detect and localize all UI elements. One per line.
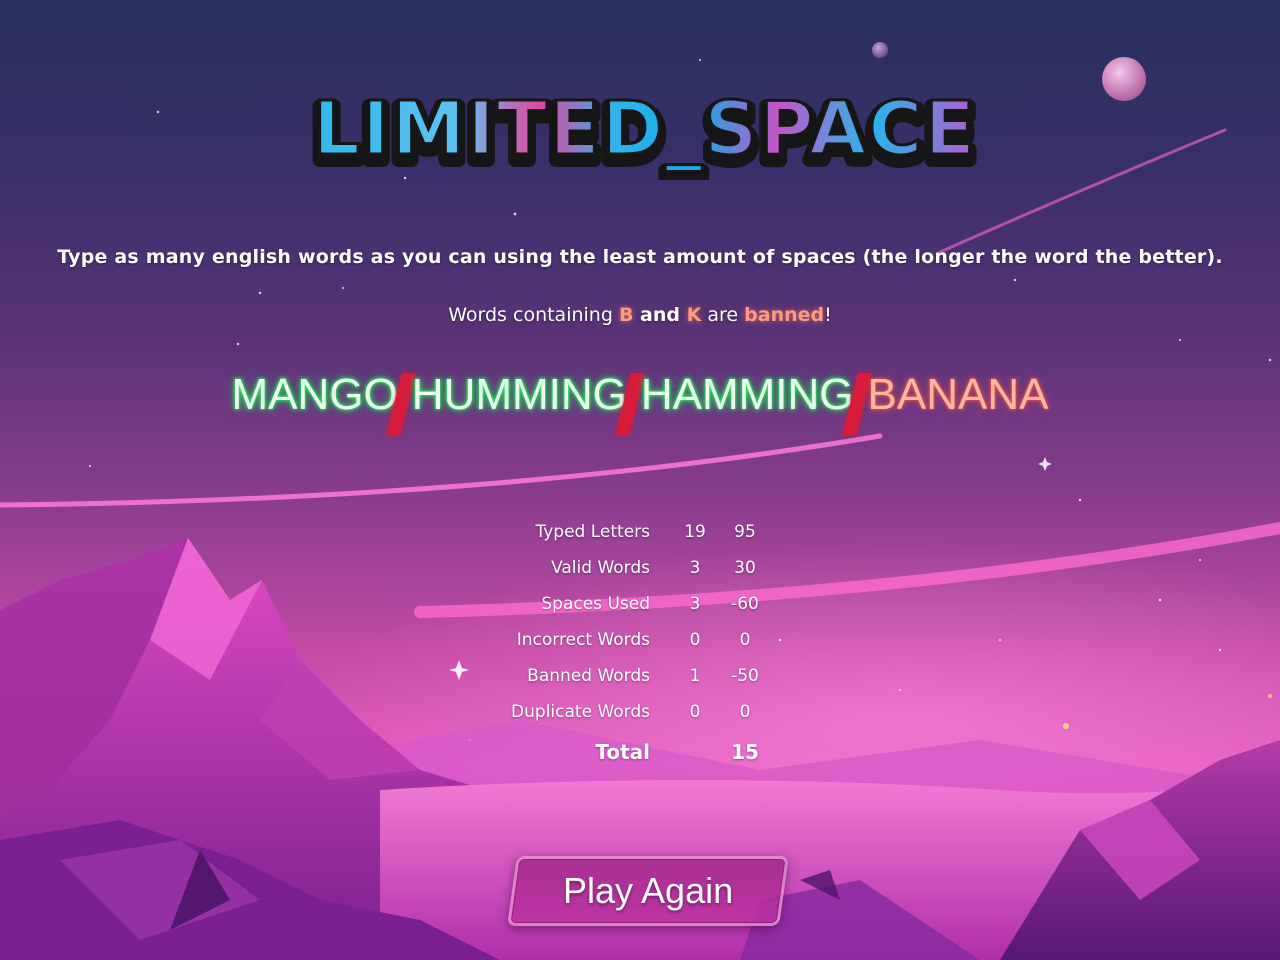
space-marker: [386, 373, 416, 435]
stat-points: -60: [731, 594, 759, 614]
banned-notice-are: are: [701, 304, 745, 326]
stat-row-incorrect-words: Incorrect Words 0 0: [480, 622, 800, 658]
score-table: Typed Letters 19 95 Valid Words 3 30 Spa…: [480, 514, 800, 774]
stat-row-total: Total 15: [480, 730, 800, 774]
typed-word-banned: BANANA: [867, 370, 1049, 419]
game-logo: LIMITED_SPACE LIMITED_SPACE: [306, 88, 982, 180]
sparkle-icon: [1038, 457, 1052, 471]
stat-points: 0: [739, 630, 751, 650]
stat-points: -50: [731, 666, 759, 686]
planet-small-icon: [872, 42, 888, 58]
space-marker: [841, 373, 872, 435]
stat-label: Duplicate Words: [511, 702, 650, 722]
typed-word-valid: MANGO: [231, 370, 398, 419]
stat-points: 0: [739, 702, 751, 722]
stat-label: Banned Words: [527, 666, 650, 686]
instructions-text: Type as many english words as you can us…: [57, 246, 1223, 268]
total-points: 15: [731, 740, 759, 764]
stat-label: Spaces Used: [541, 594, 650, 614]
svg-text:LIMITED_SPACE: LIMITED_SPACE: [313, 88, 977, 172]
stat-row-spaces-used: Spaces Used 3 -60: [480, 586, 800, 622]
stat-row-valid-words: Valid Words 3 30: [480, 550, 800, 586]
banned-word-label: banned: [744, 304, 825, 326]
stat-label: Typed Letters: [535, 522, 650, 542]
typed-word-valid: HAMMING: [640, 370, 854, 419]
typed-word-valid: HUMMING: [411, 370, 627, 419]
total-label: Total: [595, 740, 650, 764]
banned-notice-and: and: [633, 304, 687, 326]
play-again-label: Play Again: [562, 870, 734, 911]
typed-words: MANGO HUMMING HAMMING BANANA: [0, 370, 1280, 435]
space-marker: [615, 373, 645, 435]
banned-letter-k: K: [686, 304, 702, 326]
stat-row-typed-letters: Typed Letters 19 95: [480, 514, 800, 550]
stat-row-duplicate-words: Duplicate Words 0 0: [480, 694, 800, 730]
play-again-button[interactable]: Play Again: [507, 856, 789, 926]
stat-points: 30: [734, 558, 756, 578]
stat-points: 95: [734, 522, 756, 542]
stat-row-banned-words: Banned Words 1 -50: [480, 658, 800, 694]
banned-letter-b: B: [618, 304, 634, 326]
banned-notice-suffix: !: [824, 304, 832, 326]
banned-letters-notice: Words containing B and K are banned!: [40, 304, 1240, 326]
stat-label: Incorrect Words: [516, 630, 650, 650]
banned-notice-prefix: Words containing: [448, 304, 619, 326]
stat-label: Valid Words: [551, 558, 650, 578]
